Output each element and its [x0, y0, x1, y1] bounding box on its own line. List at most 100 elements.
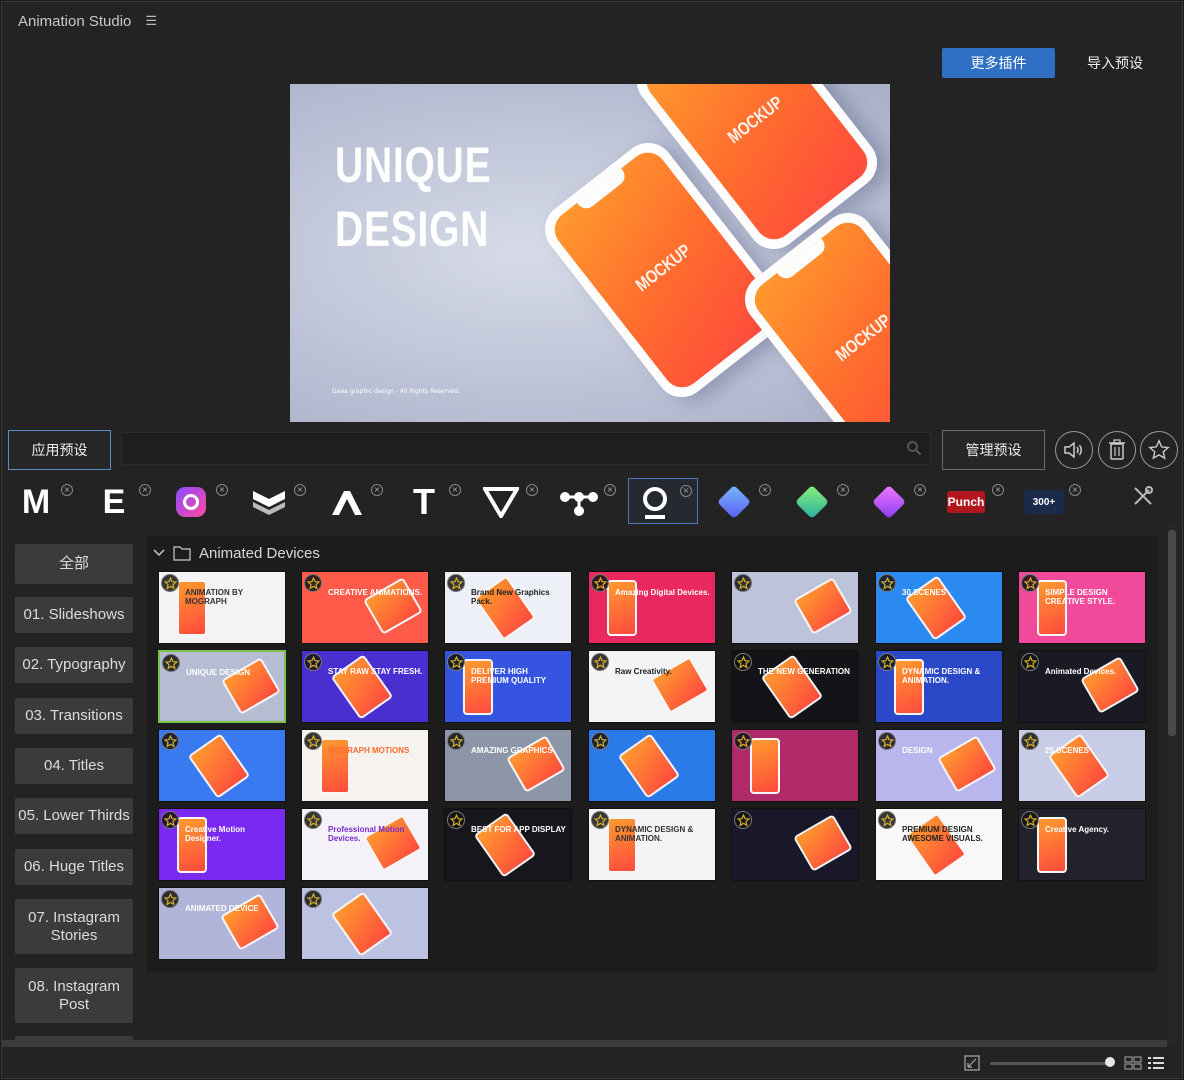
- category-item[interactable]: 03. Transitions: [15, 698, 133, 734]
- preset-thumbnail[interactable]: STAY RAW STAY FRESH.: [301, 650, 429, 723]
- favorite-star-icon[interactable]: [1021, 574, 1039, 592]
- preset-thumbnail[interactable]: 30 SCENES: [875, 571, 1003, 644]
- list-view-icon[interactable]: [1147, 1056, 1165, 1070]
- plugin-tab[interactable]: T ×: [398, 478, 468, 524]
- preset-thumbnail[interactable]: CREATIVE ANIMATIONS.: [301, 571, 429, 644]
- preset-thumbnail[interactable]: [731, 729, 859, 802]
- close-icon[interactable]: ×: [371, 484, 383, 496]
- close-icon[interactable]: ×: [837, 484, 849, 496]
- plugin-tab[interactable]: ×: [553, 478, 623, 524]
- preset-thumbnail[interactable]: Professional Motion Devices.: [301, 808, 429, 881]
- favorite-star-icon[interactable]: [734, 574, 752, 592]
- category-item[interactable]: 04. Titles: [15, 748, 133, 784]
- favorite-star-icon[interactable]: [161, 574, 179, 592]
- tools-icon[interactable]: [1131, 484, 1155, 508]
- favorite-star-icon[interactable]: [447, 653, 465, 671]
- preset-thumbnail-selected[interactable]: UNIQUE DESIGN: [158, 650, 286, 723]
- category-item[interactable]: 02. Typography: [15, 647, 133, 683]
- preset-thumbnail[interactable]: Creative Motion Designer.: [158, 808, 286, 881]
- preset-thumbnail[interactable]: DESIGN: [875, 729, 1003, 802]
- preset-thumbnail[interactable]: PREMIUM DESIGN AWESOME VISUALS.: [875, 808, 1003, 881]
- favorite-star-icon[interactable]: [304, 811, 322, 829]
- plugin-tab[interactable]: ×: [863, 478, 933, 524]
- preset-thumbnail[interactable]: [158, 729, 286, 802]
- plugin-tab[interactable]: E ×: [88, 478, 158, 524]
- favorite-star-icon[interactable]: [734, 811, 752, 829]
- vertical-scrollbar[interactable]: [1167, 524, 1177, 1044]
- plugin-tab[interactable]: ×: [708, 478, 778, 524]
- close-icon[interactable]: ×: [526, 484, 538, 496]
- close-icon[interactable]: ×: [680, 485, 692, 497]
- close-icon[interactable]: ×: [914, 484, 926, 496]
- more-plugins-button[interactable]: 更多插件: [942, 48, 1055, 78]
- favorite-star-icon[interactable]: [734, 653, 752, 671]
- close-icon[interactable]: ×: [759, 484, 771, 496]
- plugin-tab[interactable]: ×: [165, 478, 235, 524]
- preset-thumbnail[interactable]: Animated Devices.: [1018, 650, 1146, 723]
- fit-view-icon[interactable]: [964, 1055, 980, 1071]
- close-icon[interactable]: ×: [139, 484, 151, 496]
- favorite-star-icon[interactable]: [161, 811, 179, 829]
- favorite-star-icon[interactable]: [591, 653, 609, 671]
- delete-button[interactable]: [1098, 431, 1136, 469]
- preset-thumbnail[interactable]: DYNAMIC DESIGN & ANIMATION.: [875, 650, 1003, 723]
- favorite-star-icon[interactable]: [878, 653, 896, 671]
- favorite-star-icon[interactable]: [162, 654, 180, 672]
- category-item[interactable]: 06. Huge Titles: [15, 849, 133, 885]
- plugin-tab[interactable]: M ×: [10, 478, 80, 524]
- category-item[interactable]: 05. Lower Thirds: [15, 798, 133, 834]
- favorite-star-icon[interactable]: [1021, 732, 1039, 750]
- category-item[interactable]: 08. Instagram Post: [15, 968, 133, 1023]
- grid-view-icon[interactable]: [1124, 1056, 1142, 1070]
- zoom-slider[interactable]: [990, 1062, 1112, 1065]
- category-item[interactable]: 07. Instagram Stories: [15, 899, 133, 954]
- preset-thumbnail[interactable]: [301, 887, 429, 960]
- close-icon[interactable]: ×: [992, 484, 1004, 496]
- import-presets-button[interactable]: 导入预设: [1067, 48, 1163, 78]
- favorite-star-icon[interactable]: [161, 732, 179, 750]
- close-icon[interactable]: ×: [216, 484, 228, 496]
- close-icon[interactable]: ×: [604, 484, 616, 496]
- preset-thumbnail[interactable]: AMAZING GRAPHICS: [444, 729, 572, 802]
- preset-thumbnail[interactable]: THE NEW GENERATION: [731, 650, 859, 723]
- favorite-star-icon[interactable]: [1021, 811, 1039, 829]
- preset-thumbnail[interactable]: BEST FOR APP DISPLAY: [444, 808, 572, 881]
- favorite-star-icon[interactable]: [591, 811, 609, 829]
- plugin-tab[interactable]: ×: [320, 478, 390, 524]
- close-icon[interactable]: ×: [61, 484, 73, 496]
- favorite-star-icon[interactable]: [304, 574, 322, 592]
- preset-thumbnail[interactable]: Creative Agency.: [1018, 808, 1146, 881]
- plugin-tab[interactable]: 300+ ×: [1018, 478, 1088, 524]
- preset-thumbnail[interactable]: DYNAMIC DESIGN & ANIMATION.: [588, 808, 716, 881]
- favorite-star-icon[interactable]: [447, 574, 465, 592]
- preset-thumbnail[interactable]: [731, 571, 859, 644]
- favorite-star-icon[interactable]: [878, 811, 896, 829]
- plugin-tab[interactable]: ×: [786, 478, 856, 524]
- favorite-star-icon[interactable]: [878, 574, 896, 592]
- zoom-slider-handle[interactable]: [1105, 1057, 1115, 1067]
- preset-thumbnail[interactable]: [731, 808, 859, 881]
- plugin-tab-selected[interactable]: ×: [628, 478, 698, 524]
- sound-button[interactable]: [1055, 431, 1093, 469]
- close-icon[interactable]: ×: [449, 484, 461, 496]
- preset-thumbnail[interactable]: [588, 729, 716, 802]
- manage-presets-button[interactable]: 管理预设: [942, 430, 1045, 470]
- favorite-star-icon[interactable]: [304, 653, 322, 671]
- plugin-tab[interactable]: ×: [243, 478, 313, 524]
- preset-thumbnail[interactable]: SIMPLE DESIGN CREATIVE STYLE.: [1018, 571, 1146, 644]
- preset-thumbnail[interactable]: ANIMATION BY MOGRAPH: [158, 571, 286, 644]
- favorite-star-icon[interactable]: [1021, 653, 1039, 671]
- close-icon[interactable]: ×: [294, 484, 306, 496]
- category-all[interactable]: 全部: [15, 544, 133, 584]
- favorite-star-icon[interactable]: [304, 890, 322, 908]
- preset-thumbnail[interactable]: Brand New Graphics Pack.: [444, 571, 572, 644]
- favorite-star-icon[interactable]: [447, 811, 465, 829]
- preset-thumbnail[interactable]: ANIMATED DEVICE: [158, 887, 286, 960]
- preset-thumbnail[interactable]: Amazing Digital Devices.: [588, 571, 716, 644]
- favorite-star-icon[interactable]: [304, 732, 322, 750]
- favorite-star-icon[interactable]: [591, 732, 609, 750]
- favorite-star-icon[interactable]: [591, 574, 609, 592]
- favorite-star-icon[interactable]: [447, 732, 465, 750]
- preset-thumbnail[interactable]: Raw Creativity.: [588, 650, 716, 723]
- preset-thumbnail[interactable]: DELIVER HIGH PREMIUM QUALITY: [444, 650, 572, 723]
